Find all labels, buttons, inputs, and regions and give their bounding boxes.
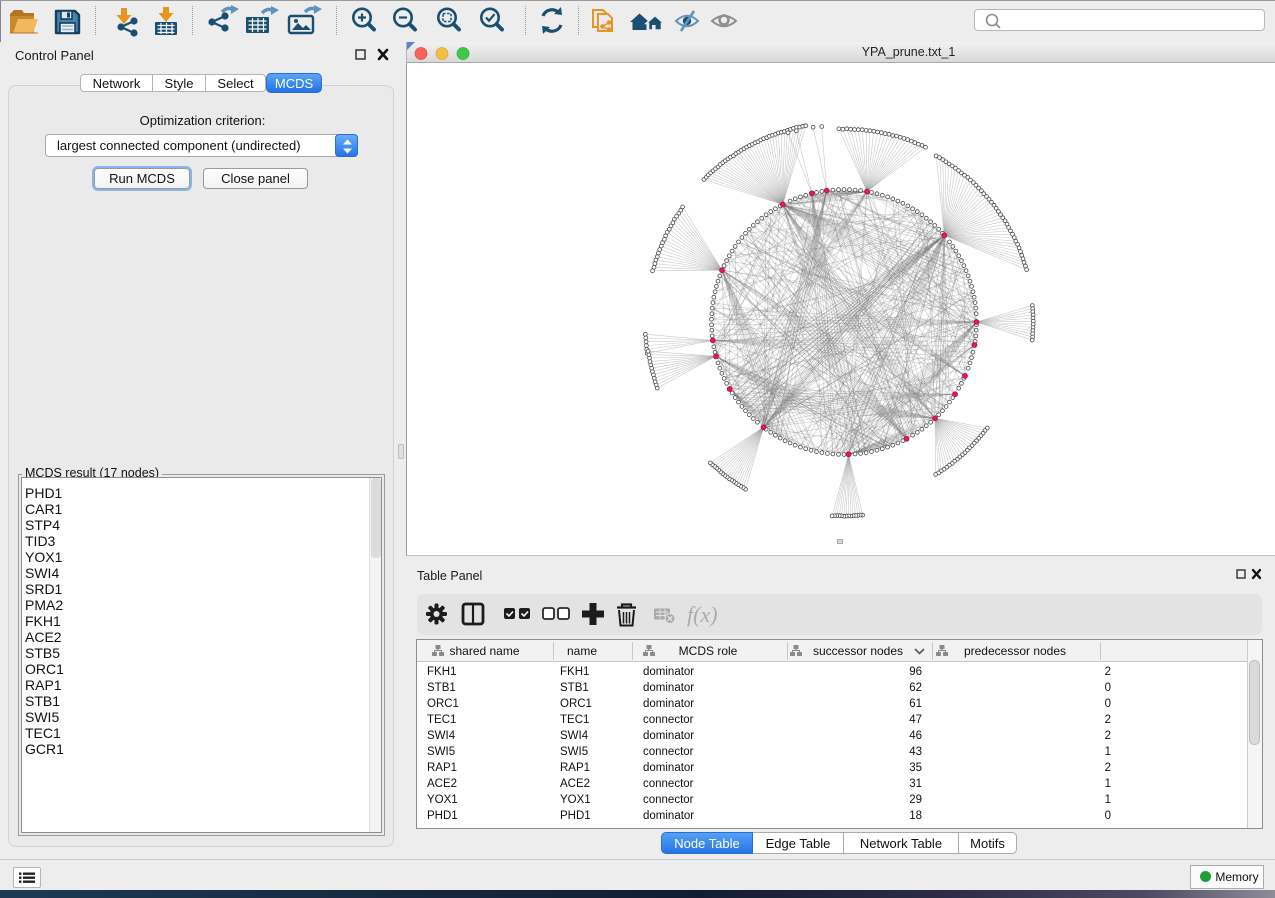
svg-text:f(x): f(x) <box>687 602 718 627</box>
